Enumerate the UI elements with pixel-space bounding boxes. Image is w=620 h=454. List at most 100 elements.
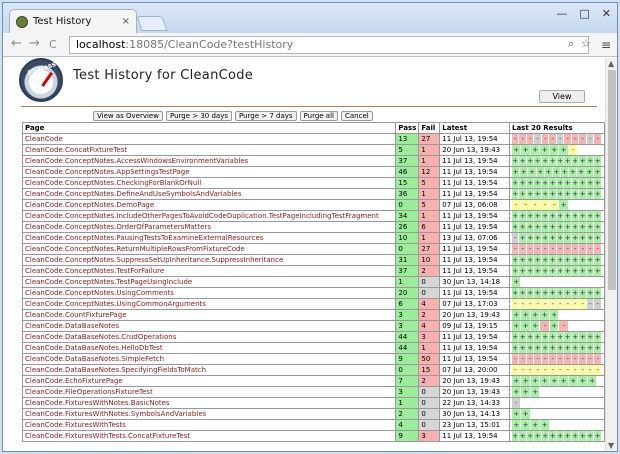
result-cell[interactable]: - <box>519 299 527 309</box>
purge-7-days-button[interactable]: Purge > 7 days <box>234 111 297 121</box>
page-link[interactable]: CleanCode.ConceptNotes.DefineAndUseSymbo… <box>21 188 397 200</box>
result-cell[interactable]: + <box>530 321 541 331</box>
browser-tab[interactable]: Test History × <box>9 9 137 33</box>
latest-run-link[interactable]: 22 Jun 13, 14:33 <box>439 397 510 409</box>
result-cell[interactable]: + <box>541 211 550 221</box>
reload-icon[interactable]: C <box>49 38 57 51</box>
result-cell[interactable]: - <box>534 134 542 144</box>
result-cell[interactable]: + <box>541 156 550 166</box>
result-cell[interactable]: + <box>564 178 572 188</box>
result-cell[interactable]: - <box>579 299 587 309</box>
address-bar[interactable]: localhost:18085/CleanCode?testHistory <box>69 36 589 54</box>
result-cell[interactable]: - <box>511 134 520 144</box>
scroll-up-icon[interactable]: ▲ <box>608 59 614 68</box>
result-cell[interactable]: + <box>549 255 557 265</box>
result-cell[interactable]: + <box>594 332 602 342</box>
result-cell[interactable]: + <box>541 332 550 342</box>
page-link[interactable]: CleanCode.DataBaseNotes.HelloDbTest <box>21 342 397 354</box>
page-link[interactable]: CleanCode.ConceptNotes.OrderOfParameters… <box>21 221 397 233</box>
latest-run-link[interactable]: 11 Jul 13, 19:54 <box>439 221 510 233</box>
result-cell[interactable]: + <box>511 376 522 386</box>
result-cell[interactable]: - <box>549 299 557 309</box>
result-cell[interactable]: + <box>511 189 520 199</box>
result-cell[interactable]: + <box>540 376 550 386</box>
page-link[interactable]: CleanCode.DataBaseNotes.SpecifyingFields… <box>21 364 397 376</box>
result-cell[interactable]: + <box>521 310 531 320</box>
result-cell[interactable]: + <box>534 156 542 166</box>
result-cell[interactable]: + <box>594 211 602 221</box>
result-cell[interactable]: - <box>521 200 531 210</box>
result-cell[interactable]: + <box>556 233 565 243</box>
latest-run-link[interactable]: 20 Jun 13, 19:43 <box>439 375 510 387</box>
latest-run-link[interactable]: 11 Jul 13, 19:54 <box>439 265 510 277</box>
result-cell[interactable]: + <box>519 189 527 199</box>
result-cell[interactable]: + <box>564 343 572 353</box>
result-cell[interactable]: - <box>556 354 565 364</box>
result-cell[interactable]: + <box>564 288 572 298</box>
result-cell[interactable]: - <box>541 365 550 375</box>
result-cell[interactable]: + <box>579 288 587 298</box>
result-cell[interactable]: + <box>579 332 587 342</box>
page-link[interactable]: CleanCode.FixturesWithNotes.BasicNotes <box>21 397 397 409</box>
result-cell[interactable]: + <box>594 222 602 232</box>
result-cell[interactable]: - <box>534 354 542 364</box>
result-cell[interactable]: - <box>526 299 535 309</box>
close-window-icon[interactable]: ✕ <box>602 7 611 20</box>
latest-run-link[interactable]: 11 Jul 13, 19:54 <box>439 177 510 189</box>
page-link[interactable]: CleanCode.ConceptNotes.AppSettingsTestPa… <box>21 166 397 178</box>
result-cell[interactable]: - <box>564 134 572 144</box>
result-cell[interactable]: + <box>519 343 527 353</box>
page-link[interactable]: CleanCode.ConceptNotes.PausingTestsToExa… <box>21 232 397 244</box>
result-cell[interactable]: + <box>528 167 537 177</box>
result-cell[interactable]: + <box>579 255 587 265</box>
result-cell[interactable]: + <box>541 266 550 276</box>
result-cell[interactable]: + <box>521 376 531 386</box>
tab-close-icon[interactable]: × <box>122 16 130 27</box>
purge-30-days-button[interactable]: Purge > 30 days <box>165 111 232 121</box>
result-cell[interactable]: - <box>526 244 535 254</box>
page-link[interactable]: CleanCode <box>21 133 397 145</box>
result-cell[interactable]: + <box>586 222 595 232</box>
maximize-icon[interactable]: □ <box>579 7 589 20</box>
result-cell[interactable]: + <box>511 255 520 265</box>
latest-run-link[interactable]: 11 Jul 13, 19:54 <box>439 430 510 442</box>
result-cell[interactable]: + <box>549 321 560 331</box>
result-cell[interactable]: + <box>586 431 595 441</box>
result-cell[interactable]: + <box>556 288 565 298</box>
result-cell[interactable]: + <box>559 200 569 210</box>
result-cell[interactable]: + <box>579 178 587 188</box>
minimize-icon[interactable]: — <box>556 7 567 20</box>
result-cell[interactable]: + <box>511 310 522 320</box>
result-cell[interactable]: + <box>564 431 572 441</box>
result-cell[interactable]: - <box>586 354 595 364</box>
result-cell[interactable]: - <box>571 244 580 254</box>
menu-icon[interactable]: ≡ <box>601 38 611 52</box>
result-cell[interactable]: - <box>534 244 542 254</box>
latest-run-link[interactable]: 11 Jul 13, 19:54 <box>439 133 510 145</box>
result-cell[interactable]: + <box>571 288 580 298</box>
result-cell[interactable]: - <box>511 299 520 309</box>
result-cell[interactable]: - <box>571 365 580 375</box>
page-link[interactable]: CleanCode.FileOperationsFixtureTest <box>21 386 397 398</box>
result-cell[interactable]: + <box>511 387 522 397</box>
page-link[interactable]: CleanCode.ConceptNotes.AccessWindowsEnvi… <box>21 155 397 167</box>
result-cell[interactable]: + <box>577 167 586 177</box>
result-cell[interactable]: + <box>519 431 527 441</box>
result-cell[interactable]: + <box>564 222 572 232</box>
result-cell[interactable]: - <box>564 365 572 375</box>
result-cell[interactable]: + <box>519 211 527 221</box>
result-cell[interactable]: - <box>534 365 542 375</box>
result-cell[interactable]: + <box>586 189 595 199</box>
page-link[interactable]: CleanCode.CountFixturePage <box>21 309 397 321</box>
result-cell[interactable]: + <box>511 277 522 287</box>
view-button[interactable]: View <box>539 90 585 103</box>
result-cell[interactable]: + <box>549 156 557 166</box>
result-cell[interactable]: + <box>556 222 565 232</box>
result-cell[interactable]: + <box>579 343 587 353</box>
result-cell[interactable]: + <box>534 211 542 221</box>
page-link[interactable]: CleanCode.FixturesWithNotes.SymbolsAndVa… <box>21 408 397 420</box>
result-cell[interactable]: + <box>552 167 562 177</box>
page-link[interactable]: CleanCode.ConceptNotes.TestForFailure <box>21 265 397 277</box>
result-cell[interactable]: - <box>526 354 535 364</box>
latest-run-link[interactable]: 30 Jun 13, 14:18 <box>439 276 510 288</box>
